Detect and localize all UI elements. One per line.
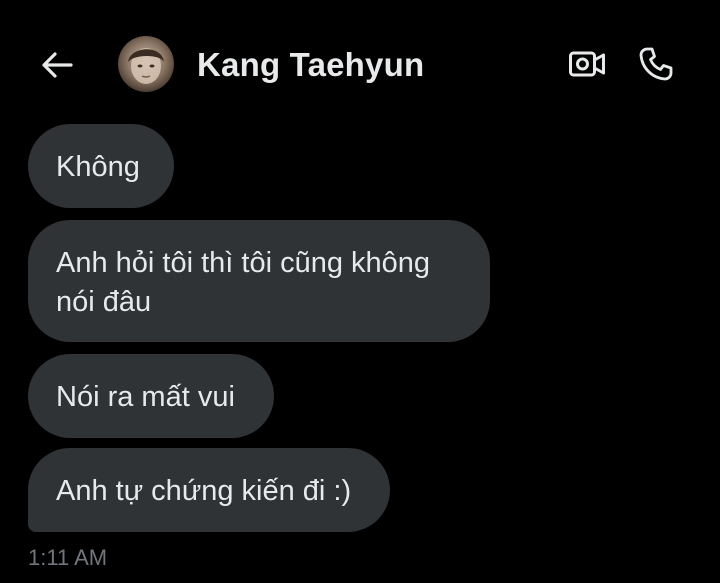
back-button[interactable] [36, 44, 78, 86]
video-camera-icon [569, 51, 605, 77]
message-timestamp: 1:11 AM [28, 545, 108, 570]
message-bubble[interactable]: Anh hỏi tôi thì tôi cũng không nói đâu [28, 220, 490, 342]
avatar-image-icon [128, 48, 164, 84]
arrow-left-icon [42, 52, 73, 78]
avatar[interactable] [118, 36, 174, 92]
voice-call-button[interactable] [634, 42, 678, 86]
video-call-button[interactable] [566, 44, 608, 84]
phone-icon [639, 47, 673, 81]
contact-name[interactable]: Kang Taehyun [197, 46, 424, 84]
message-bubble[interactable]: Nói ra mất vui [28, 354, 274, 438]
message-bubble[interactable]: Anh tự chứng kiến đi :) [28, 448, 390, 532]
message-bubble[interactable]: Không [28, 124, 174, 208]
conversation-header: Kang Taehyun [0, 0, 720, 130]
